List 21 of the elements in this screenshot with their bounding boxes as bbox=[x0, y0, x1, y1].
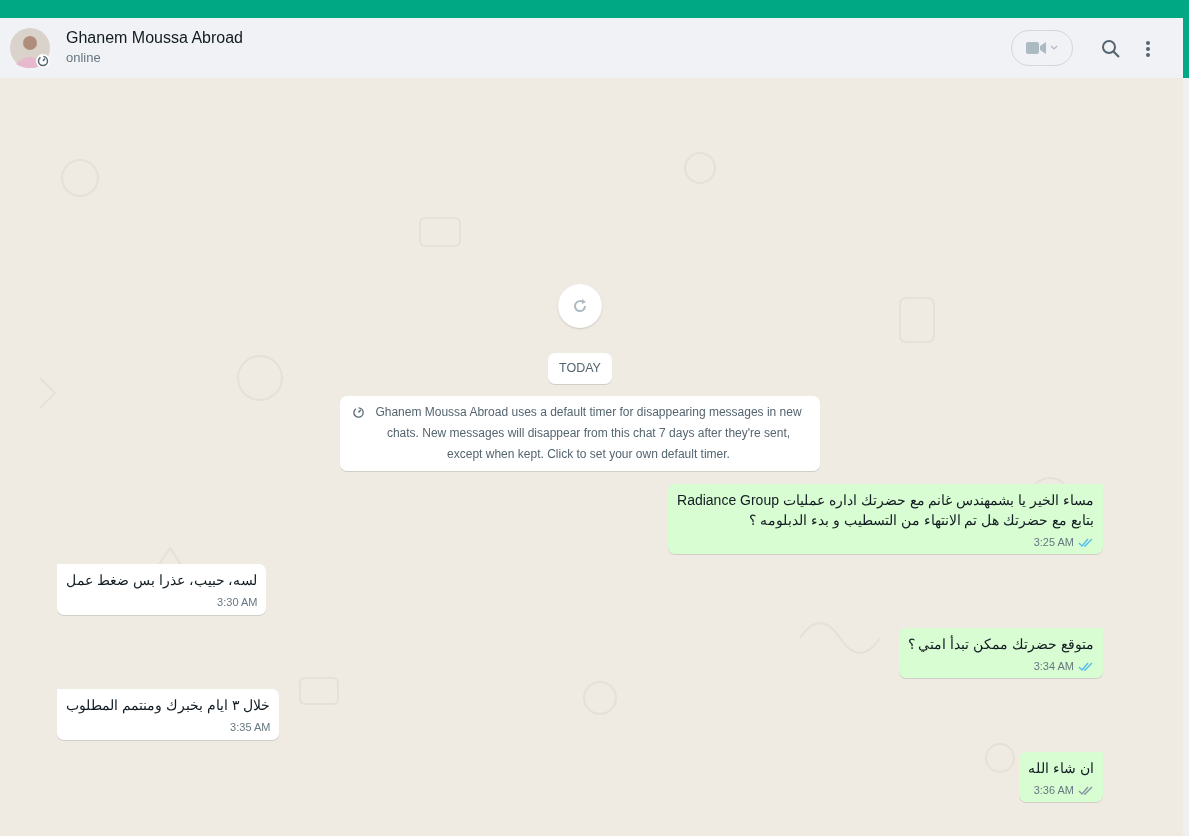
message-time: 3:35 AM bbox=[230, 720, 271, 736]
message-time: 3:30 AM bbox=[217, 595, 258, 611]
message-time: 3:34 AM bbox=[1033, 658, 1074, 674]
disappearing-messages-notice[interactable] bbox=[340, 395, 820, 471]
message-time: 3:25 AM bbox=[1033, 534, 1074, 550]
message-time: 3:36 AM bbox=[1033, 782, 1074, 798]
message-text: مساء الخير يا بشمهندس غانم مع حضرتك اداره عمليات Radiance Group بتابع مع حضرتك هل تم الانتهاء من التسطيب و بدء الدبلومه ؟ bbox=[677, 490, 1094, 530]
message-text: ان شاء الله bbox=[1028, 758, 1094, 778]
message-text: متوقع حضرتك ممكن تبدأ امتي ؟ bbox=[907, 634, 1094, 654]
video-camera-icon bbox=[1026, 41, 1046, 55]
contact-name: Ghanem Moussa Abroad bbox=[66, 28, 244, 49]
message-text: خلال ٣ ايام بخبرك ومنتمم المطلوب bbox=[66, 696, 271, 716]
avatar[interactable] bbox=[10, 28, 50, 68]
caret-icon bbox=[1050, 45, 1058, 51]
message-text: لسه، حبيب، عذرا بس ضغط عمل bbox=[66, 571, 258, 591]
notice-text: Ghanem Moussa Abroad uses a default timer for disappearing messages in new chats. New messages will disappear from this chat 7 days after they're sent, except when kept. Click to set your own default timer. bbox=[374, 403, 803, 463]
contact-status: online bbox=[66, 49, 102, 68]
search-icon bbox=[1101, 38, 1121, 59]
refresh-icon bbox=[571, 297, 589, 315]
timer-icon bbox=[352, 405, 365, 419]
menu-icon bbox=[1145, 39, 1151, 58]
